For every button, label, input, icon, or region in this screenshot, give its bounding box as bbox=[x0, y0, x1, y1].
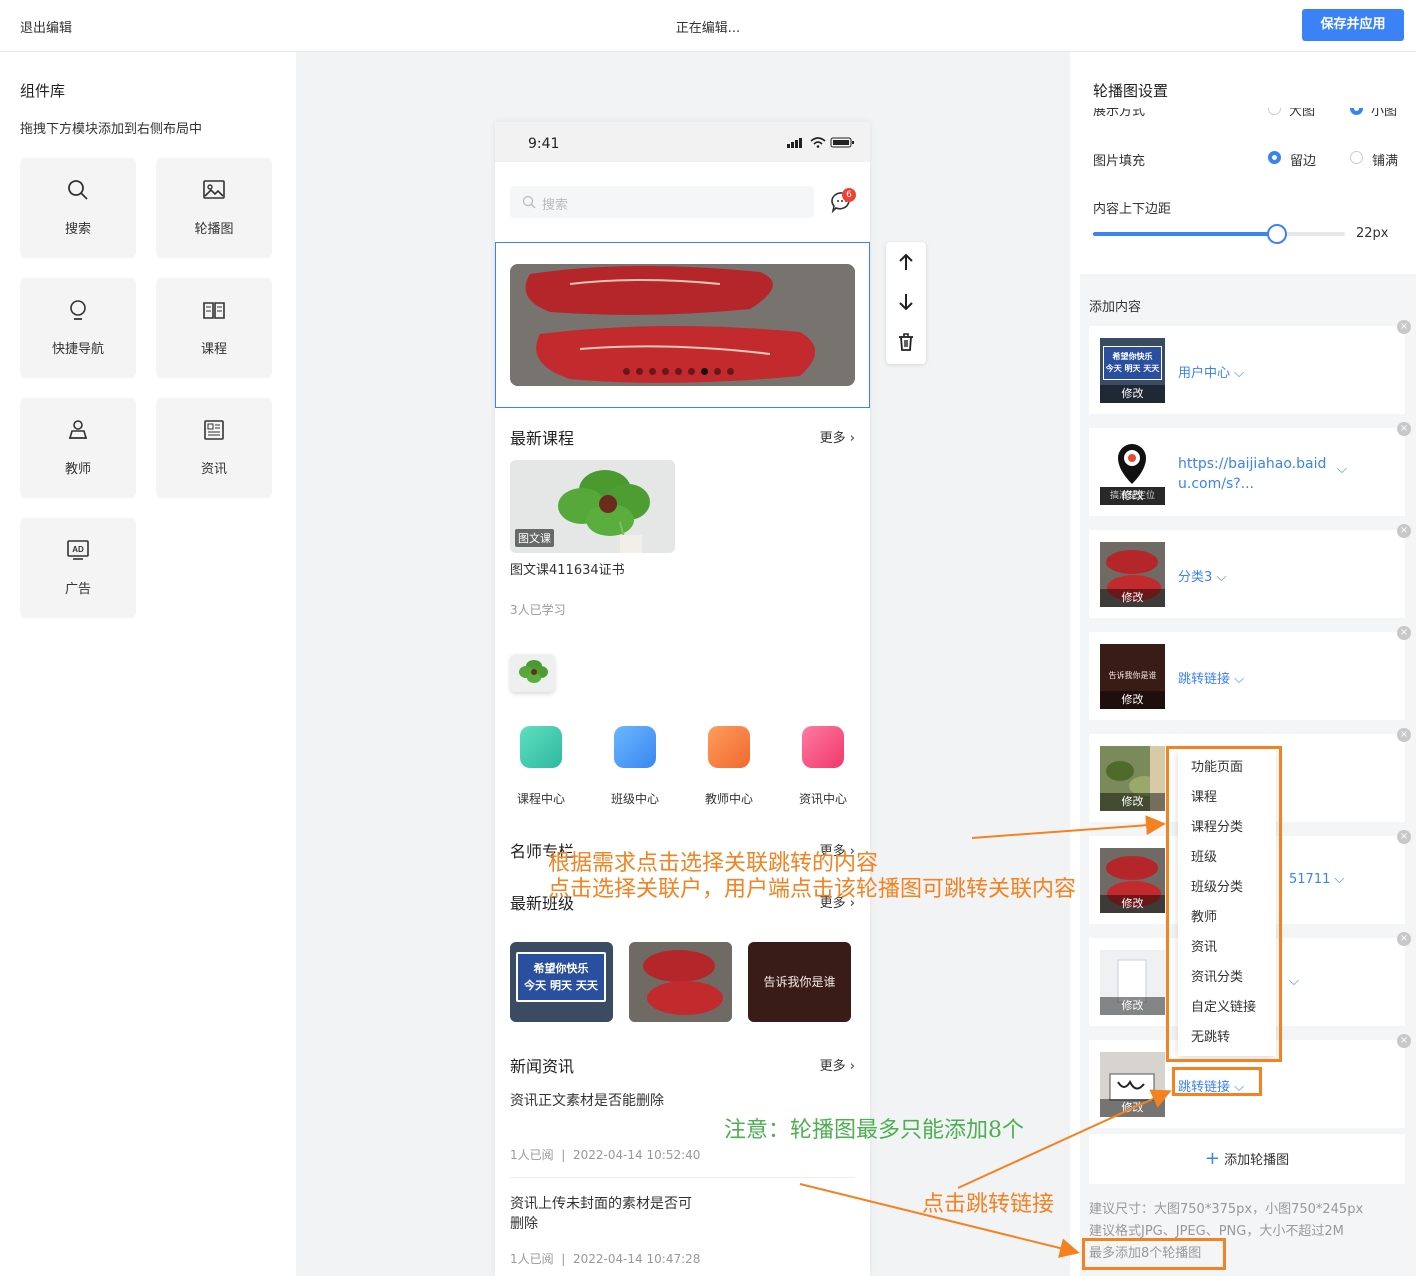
annotation-arrows bbox=[799, 815, 1172, 1258]
annotation-click-jump-link: 点击跳转链接 bbox=[922, 1192, 1055, 1217]
annotation-max-8: 注意：轮播图最多只能添加8个 bbox=[724, 1118, 1024, 1143]
annotation-select-link: 点击选择关联户，用户端点击该轮播图可跳转关联内容 bbox=[548, 877, 1077, 902]
